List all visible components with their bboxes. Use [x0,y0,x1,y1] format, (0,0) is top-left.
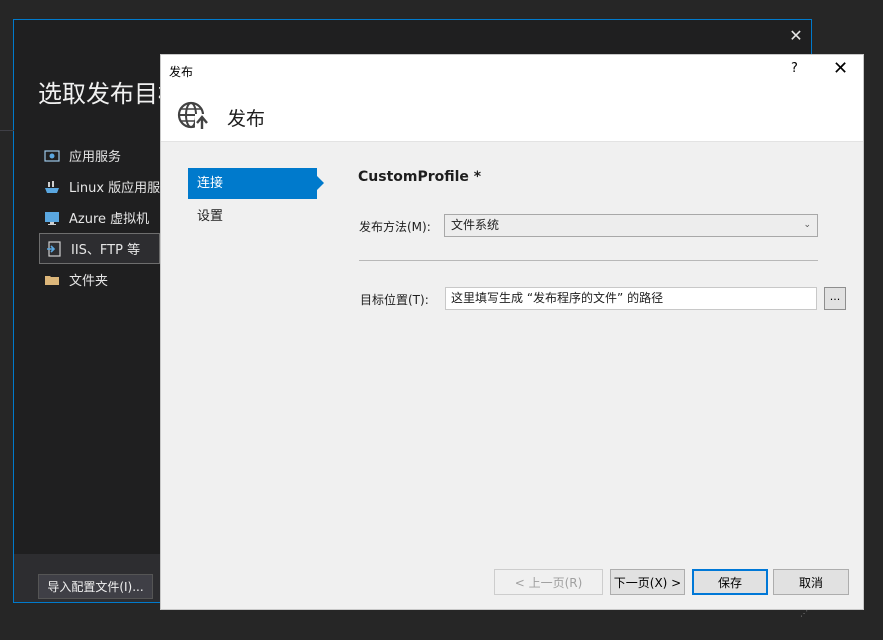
target-location-input[interactable]: 这里填写生成 “发布程序的文件” 的路径 [445,287,817,310]
nav-item-settings[interactable]: 设置 [188,201,323,232]
target-list: 应用服务 Linux 版应用服务 Azure 虚拟机 IIS、FTP 等 文件夹 [38,140,160,295]
page-title: 选取发布目标 [38,80,160,108]
target-item-label: 文件夹 [69,274,109,289]
next-button[interactable]: 下一页(X) > [610,569,685,595]
target-item-folder[interactable]: 文件夹 [38,264,160,295]
resize-grip-icon[interactable]: ⋰ [800,609,812,618]
save-button[interactable]: 保存 [692,569,768,595]
folder-icon [45,275,59,285]
prev-button[interactable]: < 上一页(R) [494,569,603,595]
iis-ftp-icon [47,240,61,257]
azure-vm-icon [45,211,59,225]
target-location-label: 目标位置(T): [360,293,429,307]
dialog-header-title: 发布 [227,108,266,130]
publish-method-value: 文件系统 [451,218,500,232]
dialog-title: 发布 [169,65,194,79]
target-item-label: Azure 虚拟机 [69,212,150,227]
app-service-icon [44,149,60,162]
divider [359,260,818,261]
chevron-down-icon: ⌄ [803,220,811,230]
cancel-button[interactable]: 取消 [773,569,849,595]
target-item-iis-ftp[interactable]: IIS、FTP 等 [39,233,160,264]
profile-name: CustomProfile * [358,169,482,185]
import-profile-button[interactable]: 导入配置文件(I)... [38,574,153,599]
dialog-titlebar: 发布 ? ✕ [161,55,863,86]
target-item-app-service[interactable]: 应用服务 [38,140,160,171]
target-item-linux-app-service[interactable]: Linux 版应用服务 [38,171,160,202]
divider [0,130,14,131]
publish-dialog: 发布 ? ✕ 发布 连接 设置 CustomProfile * 发布方法(M):… [160,54,864,610]
close-icon[interactable]: ✕ [788,28,804,44]
target-item-azure-vm[interactable]: Azure 虚拟机 [38,202,160,233]
nav-item-connection[interactable]: 连接 [188,168,324,199]
dialog-nav: 连接 设置 [188,168,324,232]
globe-publish-icon [177,101,209,130]
target-item-label: Linux 版应用服务 [69,181,160,196]
dialog-header: 发布 [161,86,863,142]
target-item-label: IIS、FTP 等 [71,243,141,258]
publish-method-label: 发布方法(M): [359,220,431,234]
target-item-label: 应用服务 [69,150,122,165]
help-button[interactable]: ? [791,61,798,76]
close-icon[interactable]: ✕ [833,58,848,79]
publish-method-select[interactable]: 文件系统 ⌄ [444,214,818,237]
linux-app-service-icon [45,180,59,193]
browse-button[interactable]: ... [824,287,846,310]
